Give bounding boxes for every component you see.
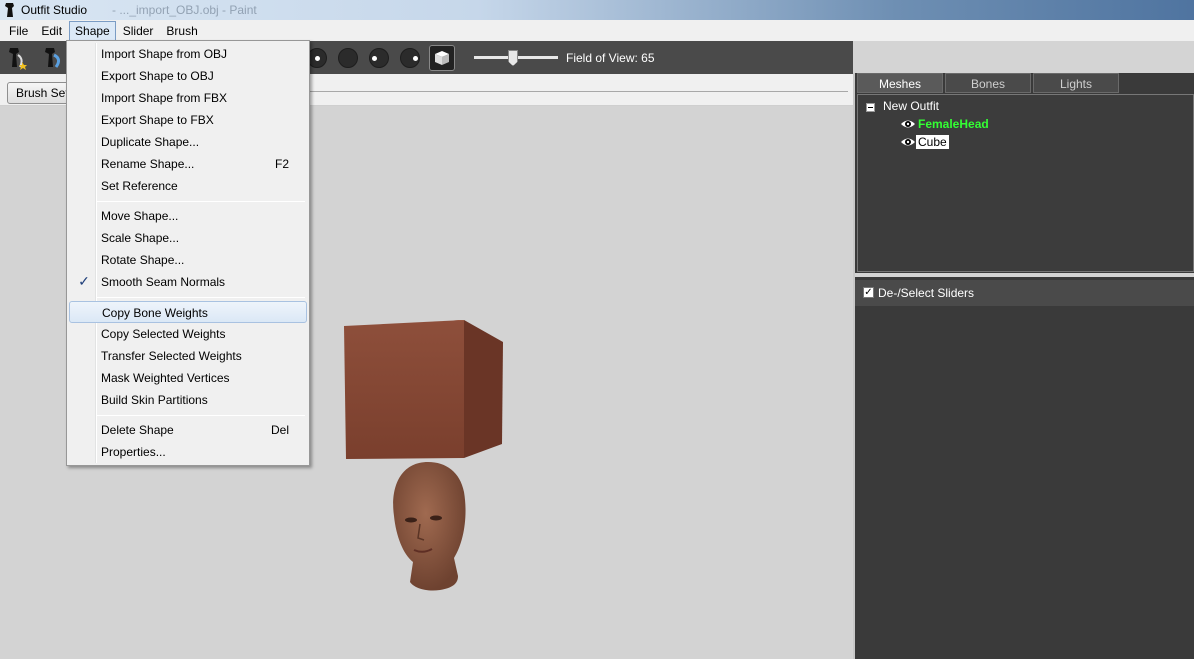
mesh-name-femalehead[interactable]: FemaleHead [918,117,989,131]
menu-copy-bone-weights[interactable]: Copy Bone Weights [69,301,307,323]
view-back-button[interactable] [338,48,358,68]
female-head-mesh[interactable] [393,462,466,591]
menu-export-shape-fbx[interactable]: Export Shape to FBX [69,109,307,131]
mesh-tree: New Outfit FemaleHead Cube [857,94,1194,272]
view-right-button[interactable] [400,48,420,68]
eye-icon[interactable] [900,136,916,148]
select-sliders-label: De-/Select Sliders [878,286,975,300]
check-icon: ✓ [864,287,873,298]
menu-slider[interactable]: Slider [117,21,160,41]
panel-divider[interactable] [855,273,1194,277]
right-panel: Meshes Bones Lights New Outfit FemaleHea… [853,73,1194,659]
tab-bones[interactable]: Bones [945,73,1031,93]
title-bar: Outfit Studio - ..._import_OBJ.obj - Pai… [0,0,1194,20]
rename-shortcut: F2 [274,157,289,171]
divider [300,91,848,92]
cube-view-icon [435,51,449,65]
dot-icon [315,56,320,61]
select-sliders-checkbox[interactable]: ✓ [863,287,874,298]
menu-separator [97,201,305,202]
dot-icon [413,56,418,61]
menu-mask-weighted-vertices[interactable]: Mask Weighted Vertices [69,367,307,389]
menu-import-shape-fbx[interactable]: Import Shape from FBX [69,87,307,109]
window-title: Outfit Studio [21,3,88,17]
menu-scale-shape[interactable]: Scale Shape... [69,227,307,249]
menu-separator [97,415,305,416]
cube-mesh[interactable] [344,320,503,459]
menu-separator [97,297,305,298]
shape-menu-dropdown: Import Shape from OBJ Export Shape to OB… [66,40,310,466]
mesh-name-cube[interactable]: Cube [916,135,949,149]
eye-icon[interactable] [900,118,916,130]
menu-transfer-selected-weights[interactable]: Transfer Selected Weights [69,345,307,367]
tree-root-label: New Outfit [883,99,940,113]
sliders-header: ✓ De-/Select Sliders [855,280,1194,306]
menu-edit[interactable]: Edit [35,21,68,41]
menu-export-shape-obj[interactable]: Export Shape to OBJ [69,65,307,87]
menu-brush[interactable]: Brush [160,21,203,41]
brush-tool-icon [9,48,27,70]
dot-icon [372,56,377,61]
app-icon [5,3,14,17]
menu-duplicate-shape[interactable]: Duplicate Shape... [69,131,307,153]
menu-set-reference[interactable]: Set Reference [69,175,307,197]
menu-rename-shape[interactable]: Rename Shape... F2 [69,153,307,175]
menu-delete-shape[interactable]: Delete Shape Del [69,419,307,441]
tab-lights[interactable]: Lights [1033,73,1119,93]
menu-properties[interactable]: Properties... [69,441,307,463]
fov-label: Field of View: 65 [566,51,655,65]
tab-meshes[interactable]: Meshes [857,73,943,93]
smooth-brush-icon [45,48,61,68]
panel-tabs: Meshes Bones Lights [857,73,1121,94]
menu-rotate-shape[interactable]: Rotate Shape... [69,249,307,271]
menu-move-shape[interactable]: Move Shape... [69,205,307,227]
fov-slider-thumb[interactable] [508,50,518,66]
menu-smooth-seam-normals[interactable]: ✓ Smooth Seam Normals [69,271,307,293]
menu-file[interactable]: File [3,21,34,41]
perspective-toggle-button[interactable] [429,45,455,71]
view-front-button[interactable] [307,48,327,68]
collapse-icon[interactable] [866,103,875,112]
menu-bar: File Edit Shape Slider Brush [0,20,1194,41]
menu-build-skin-partitions[interactable]: Build Skin Partitions [69,389,307,411]
smooth-brush-button[interactable] [40,45,66,71]
menu-copy-selected-weights[interactable]: Copy Selected Weights [69,323,307,345]
window-title-extra: - ..._import_OBJ.obj - Paint [112,3,257,17]
fov-slider[interactable] [474,50,558,66]
view-left-button[interactable] [369,48,389,68]
delete-shortcut: Del [270,423,289,437]
menu-import-shape-obj[interactable]: Import Shape from OBJ [69,43,307,65]
menu-shape[interactable]: Shape [69,20,116,41]
brush-tool-button[interactable] [4,45,30,71]
check-icon: ✓ [78,273,90,289]
